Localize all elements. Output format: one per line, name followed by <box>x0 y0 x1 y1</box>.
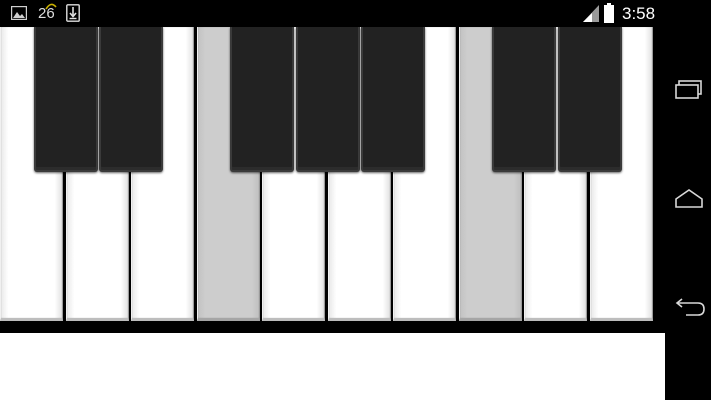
battery-icon <box>604 3 614 23</box>
status-bar: 26 3:58 <box>0 0 711 27</box>
home-icon[interactable] <box>673 187 705 211</box>
black-key[interactable] <box>99 27 163 172</box>
device-screen: 26 3:58 <box>0 0 711 400</box>
recent-apps-icon[interactable] <box>673 77 705 101</box>
signal-icon <box>583 5 599 22</box>
black-key[interactable] <box>361 27 425 172</box>
piano-keyboard <box>0 27 655 324</box>
clock-time: 3:58 <box>622 4 656 23</box>
download-icon <box>66 4 80 22</box>
navigation-bar <box>665 27 711 400</box>
black-key[interactable] <box>296 27 360 172</box>
bottom-blank-panel <box>0 333 665 400</box>
image-icon <box>11 6 27 20</box>
back-icon[interactable] <box>673 297 705 321</box>
black-key[interactable] <box>34 27 98 172</box>
black-key[interactable] <box>558 27 622 172</box>
black-key[interactable] <box>492 27 556 172</box>
notification-arc-icon <box>45 3 57 10</box>
black-key[interactable] <box>230 27 294 172</box>
